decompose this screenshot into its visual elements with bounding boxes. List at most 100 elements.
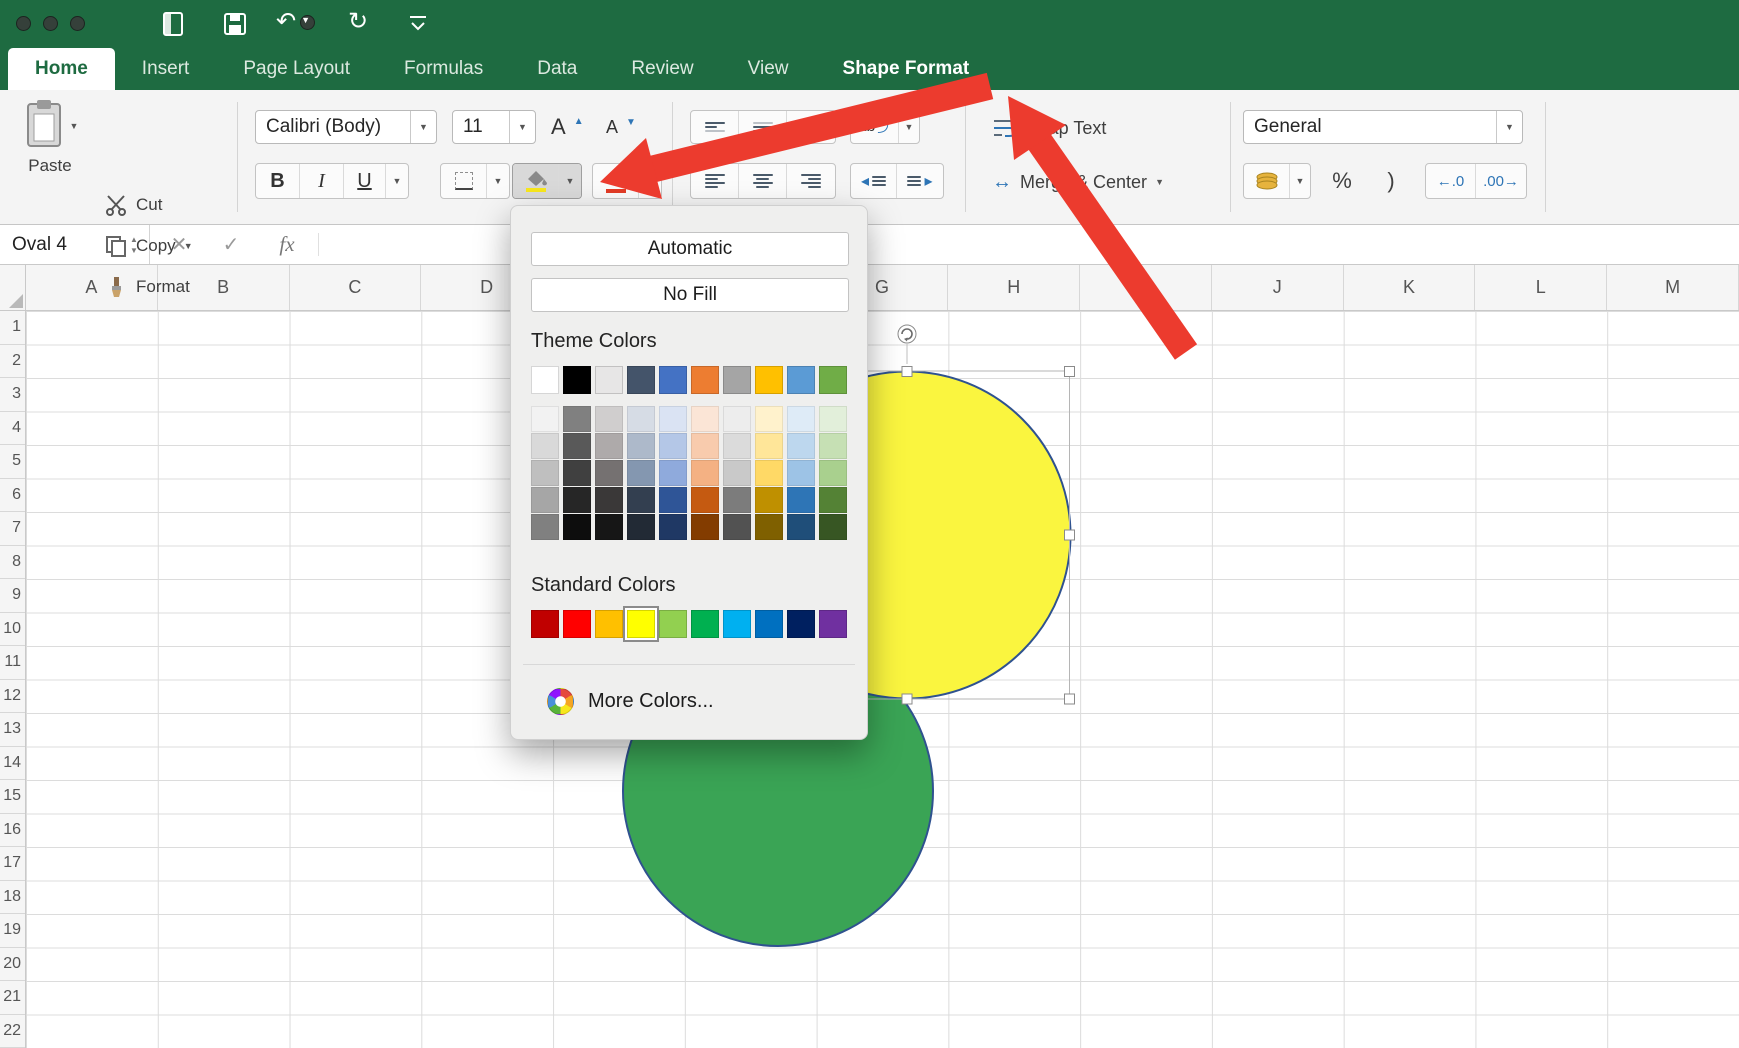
accounting-format-button[interactable] bbox=[1244, 164, 1290, 198]
row-header-13[interactable]: 13 bbox=[0, 713, 25, 747]
paste-dropdown-caret[interactable]: ▼ bbox=[70, 122, 79, 131]
number-format-dropdown-caret[interactable]: ▼ bbox=[1496, 111, 1522, 143]
row-header-1[interactable]: 1 bbox=[0, 311, 25, 345]
theme-shade-swatch-4-0[interactable] bbox=[659, 406, 687, 432]
column-header-J[interactable]: J bbox=[1212, 265, 1344, 310]
theme-shade-swatch-9-2[interactable] bbox=[819, 460, 847, 486]
row-header-11[interactable]: 11 bbox=[0, 646, 25, 680]
theme-shade-swatch-1-4[interactable] bbox=[563, 514, 591, 540]
shrink-font-button[interactable]: A▼ bbox=[606, 110, 636, 144]
decrease-decimal-button[interactable]: .00→ bbox=[1476, 164, 1526, 198]
customize-toolbar-icon[interactable] bbox=[408, 14, 428, 32]
font-size-dropdown-caret[interactable]: ▼ bbox=[509, 111, 535, 143]
enter-icon[interactable]: ✓ bbox=[216, 225, 246, 264]
tab-formulas[interactable]: Formulas bbox=[377, 48, 510, 90]
align-left-button[interactable] bbox=[691, 164, 739, 198]
theme-shade-swatch-5-4[interactable] bbox=[691, 514, 719, 540]
borders-dropdown-caret[interactable]: ▼ bbox=[487, 164, 509, 198]
grow-font-button[interactable]: A▲ bbox=[551, 110, 584, 144]
theme-color-swatch-8[interactable] bbox=[787, 366, 815, 394]
theme-color-swatch-0[interactable] bbox=[531, 366, 559, 394]
theme-shade-swatch-0-4[interactable] bbox=[531, 514, 559, 540]
theme-shade-swatch-5-2[interactable] bbox=[691, 460, 719, 486]
column-header-C[interactable]: C bbox=[290, 265, 422, 310]
theme-shade-swatch-0-2[interactable] bbox=[531, 460, 559, 486]
orientation-dropdown-caret[interactable]: ▼ bbox=[899, 111, 919, 143]
fx-icon[interactable]: fx bbox=[270, 225, 304, 264]
align-center-button[interactable] bbox=[739, 164, 787, 198]
copy-dropdown-caret[interactable]: ▼ bbox=[184, 242, 193, 251]
save-icon[interactable] bbox=[222, 10, 248, 38]
standard-color-swatch-6[interactable] bbox=[723, 610, 751, 638]
select-all-corner[interactable] bbox=[0, 265, 26, 311]
row-header-6[interactable]: 6 bbox=[0, 479, 25, 513]
row-header-14[interactable]: 14 bbox=[0, 747, 25, 781]
theme-shade-swatch-2-1[interactable] bbox=[595, 433, 623, 459]
bold-button[interactable]: B bbox=[256, 164, 300, 198]
bottom-align-button[interactable] bbox=[787, 111, 835, 143]
column-header-L[interactable]: L bbox=[1475, 265, 1607, 310]
theme-shade-swatch-9-1[interactable] bbox=[819, 433, 847, 459]
font-color-dropdown-caret[interactable]: ▼ bbox=[639, 164, 661, 198]
redo-button[interactable]: ↻ bbox=[348, 8, 368, 36]
theme-shade-swatch-1-1[interactable] bbox=[563, 433, 591, 459]
row-header-19[interactable]: 19 bbox=[0, 914, 25, 948]
theme-color-swatch-3[interactable] bbox=[627, 366, 655, 394]
theme-shade-swatch-2-4[interactable] bbox=[595, 514, 623, 540]
theme-shade-swatch-0-1[interactable] bbox=[531, 433, 559, 459]
standard-color-swatch-9[interactable] bbox=[819, 610, 847, 638]
standard-color-swatch-0[interactable] bbox=[531, 610, 559, 638]
row-header-21[interactable]: 21 bbox=[0, 981, 25, 1015]
theme-shade-swatch-5-3[interactable] bbox=[691, 487, 719, 513]
standard-color-swatch-1[interactable] bbox=[563, 610, 591, 638]
merge-center-dropdown-caret[interactable]: ▼ bbox=[1155, 178, 1164, 187]
row-header-12[interactable]: 12 bbox=[0, 680, 25, 714]
theme-shade-swatch-8-2[interactable] bbox=[787, 460, 815, 486]
theme-shade-swatch-1-2[interactable] bbox=[563, 460, 591, 486]
tab-shape-format[interactable]: Shape Format bbox=[816, 48, 997, 90]
theme-shade-swatch-9-4[interactable] bbox=[819, 514, 847, 540]
standard-color-swatch-4[interactable] bbox=[659, 610, 687, 638]
standard-color-swatch-5[interactable] bbox=[691, 610, 719, 638]
theme-shade-swatch-3-4[interactable] bbox=[627, 514, 655, 540]
theme-shade-swatch-8-1[interactable] bbox=[787, 433, 815, 459]
increase-decimal-button[interactable]: ←.0 bbox=[1426, 164, 1476, 198]
row-header-16[interactable]: 16 bbox=[0, 814, 25, 848]
theme-shade-swatch-6-0[interactable] bbox=[723, 406, 751, 432]
theme-shade-swatch-2-0[interactable] bbox=[595, 406, 623, 432]
standard-color-swatch-2[interactable] bbox=[595, 610, 623, 638]
new-workbook-icon[interactable] bbox=[160, 10, 186, 38]
undo-dropdown-caret[interactable]: ▼ bbox=[300, 15, 315, 30]
theme-shade-swatch-4-4[interactable] bbox=[659, 514, 687, 540]
column-header-I[interactable]: I bbox=[1080, 265, 1212, 310]
no-fill-button[interactable]: No Fill bbox=[531, 278, 849, 312]
theme-shade-swatch-8-3[interactable] bbox=[787, 487, 815, 513]
font-color-button[interactable]: A bbox=[593, 164, 639, 198]
italic-button[interactable]: I bbox=[300, 164, 344, 198]
theme-shade-swatch-5-1[interactable] bbox=[691, 433, 719, 459]
font-name-dropdown-caret[interactable]: ▼ bbox=[410, 111, 436, 143]
paste-button[interactable]: ▼ Paste bbox=[12, 98, 88, 176]
column-header-M[interactable]: M bbox=[1607, 265, 1739, 310]
row-header-5[interactable]: 5 bbox=[0, 445, 25, 479]
undo-button[interactable]: ↶ ▼ bbox=[276, 8, 315, 36]
font-size-combobox[interactable]: 11 ▼ bbox=[452, 110, 536, 144]
theme-shade-swatch-3-2[interactable] bbox=[627, 460, 655, 486]
theme-shade-swatch-8-4[interactable] bbox=[787, 514, 815, 540]
merge-center-button[interactable]: ↔ Merge & Center ▼ bbox=[992, 168, 1164, 196]
theme-shade-swatch-4-1[interactable] bbox=[659, 433, 687, 459]
row-header-4[interactable]: 4 bbox=[0, 412, 25, 446]
tab-data[interactable]: Data bbox=[510, 48, 604, 90]
format-painter-button[interactable]: Format bbox=[104, 272, 190, 302]
theme-shade-swatch-6-2[interactable] bbox=[723, 460, 751, 486]
row-header-3[interactable]: 3 bbox=[0, 378, 25, 412]
row-header-17[interactable]: 17 bbox=[0, 847, 25, 881]
copy-button[interactable]: Copy ▼ bbox=[104, 231, 193, 261]
theme-shade-swatch-1-0[interactable] bbox=[563, 406, 591, 432]
orientation-button[interactable]: ab ⤴ bbox=[851, 111, 899, 143]
top-align-button[interactable] bbox=[691, 111, 739, 143]
accounting-dropdown-caret[interactable]: ▼ bbox=[1290, 164, 1310, 198]
theme-color-swatch-7[interactable] bbox=[755, 366, 783, 394]
align-right-button[interactable] bbox=[787, 164, 835, 198]
tab-review[interactable]: Review bbox=[604, 48, 720, 90]
